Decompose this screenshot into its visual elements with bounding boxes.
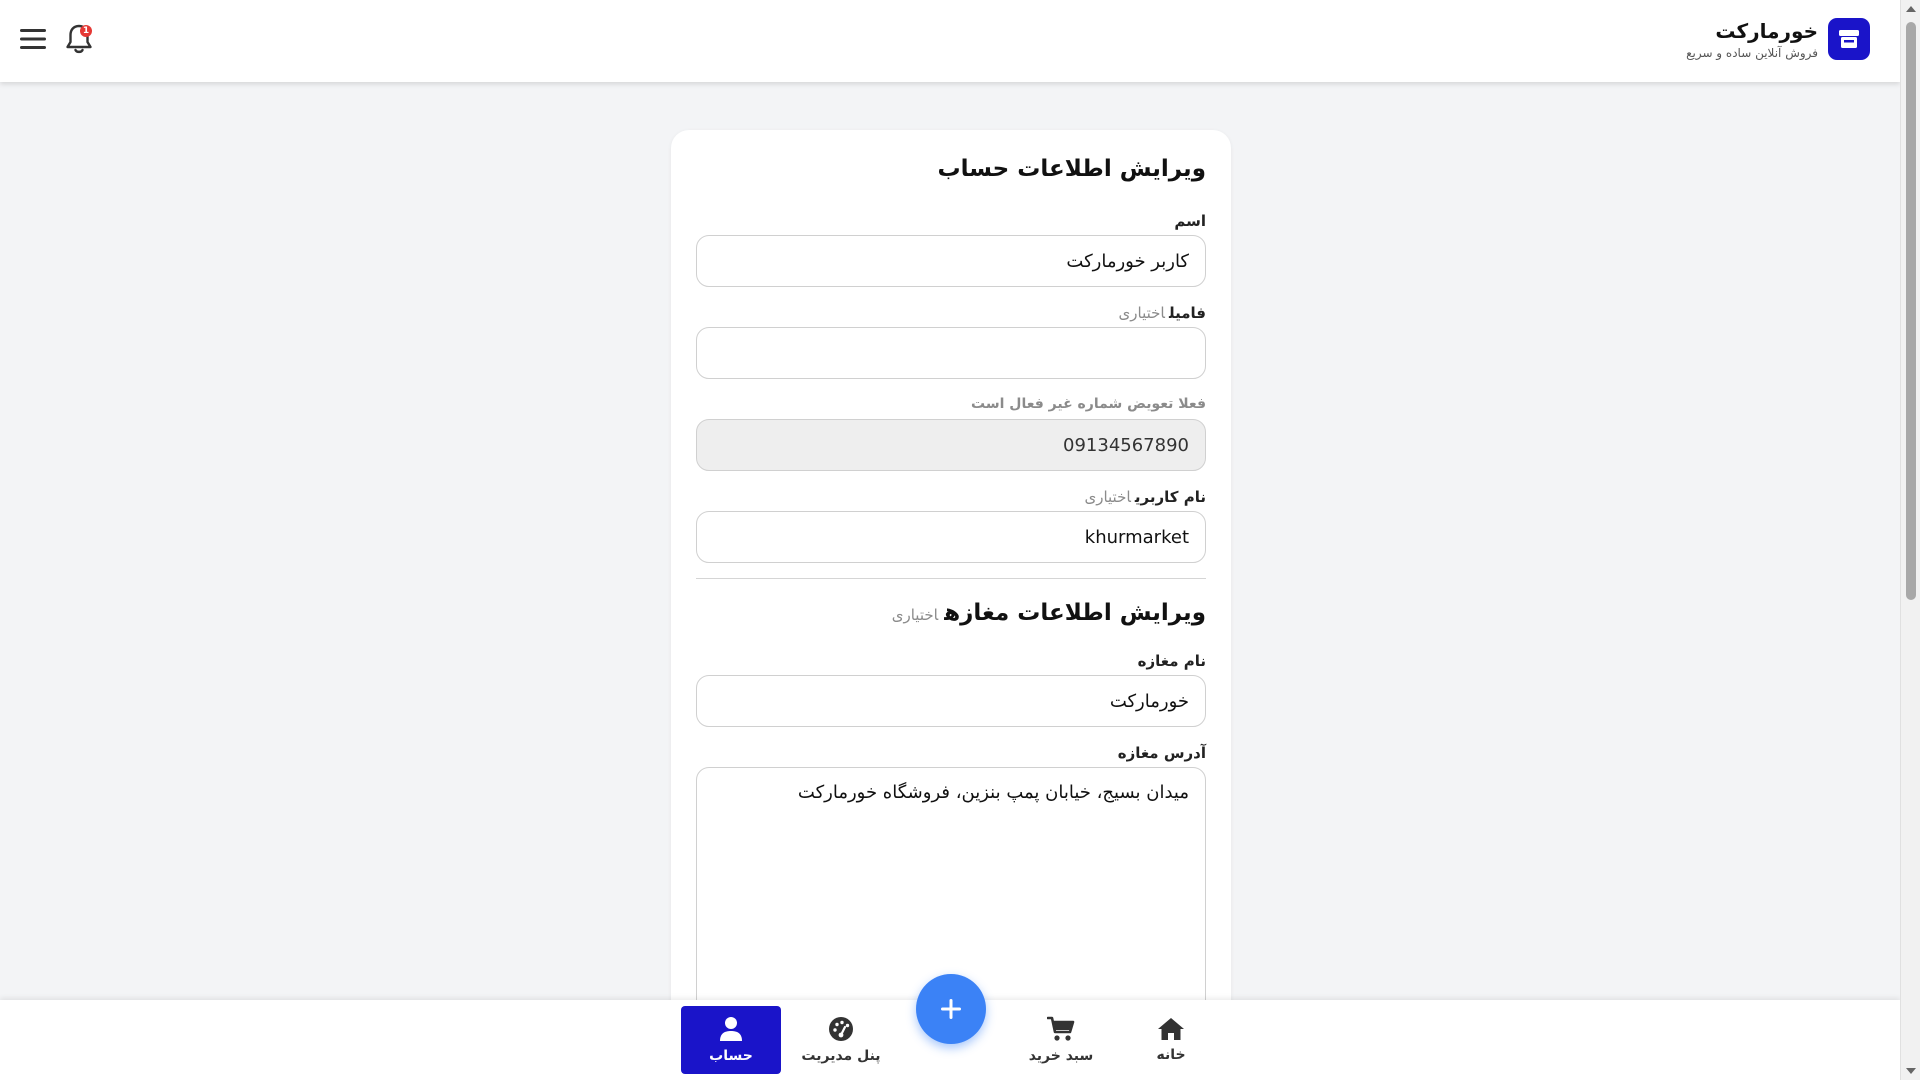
username-input[interactable] [696,511,1206,563]
user-icon [720,1017,742,1041]
nav-dashboard-label: پنل مدیریت [801,1048,881,1064]
nav-home[interactable]: خانه [1121,1006,1221,1074]
store-icon [1828,18,1870,60]
first-name-input[interactable] [696,235,1206,287]
username-label: نام کاربریاختیاری [1084,488,1206,506]
hamburger-menu-icon[interactable] [18,24,48,54]
nav-cart[interactable]: سبد خرید [1011,1006,1111,1074]
first-name-label: اسم [1174,212,1206,230]
nav-home-label: خانه [1156,1047,1186,1063]
notification-badge: 1 [80,25,92,37]
bottom-navigation: خانه سبد خرید پنل مدیریت حساب [0,974,1900,1080]
shop-name-input[interactable] [696,675,1206,727]
scroll-thumb[interactable] [1906,22,1916,600]
shop-section-title: ویرایش اطلاعات مغازهاختیاری [891,600,1206,626]
phone-disabled-note: فعلا تعویض شماره غیر فعال است [971,396,1206,412]
shop-address-label: آدرس مغازه [1117,744,1206,762]
optional-tag: اختیاری [1084,488,1131,506]
notification-bell-icon[interactable]: 1 [64,22,94,56]
scroll-up-arrow-icon[interactable] [1906,6,1916,12]
nav-dashboard[interactable]: پنل مدیریت [791,1006,891,1074]
page-scrollbar[interactable] [1900,0,1920,1080]
section-divider [696,578,1206,579]
last-name-input[interactable] [696,327,1206,379]
nav-cart-label: سبد خرید [1028,1048,1094,1064]
nav-account-label: حساب [709,1048,753,1064]
optional-tag: اختیاری [891,606,939,624]
dashboard-gauge-icon [829,1017,853,1041]
top-header: خورمارکت فروش آنلاین ساده و سریع 1 [0,0,1900,82]
brand-subtitle: فروش آنلاین ساده و سریع [1686,45,1818,60]
account-edit-card: ویرایش اطلاعات حساب اسم فامیلاختیاری فعل… [671,130,1231,1030]
brand-title: خورمارکت [1715,18,1818,43]
optional-tag: اختیاری [1118,304,1165,322]
last-name-label: فامیلاختیاری [1118,304,1206,322]
form-title: ویرایش اطلاعات حساب [937,156,1207,182]
cart-icon [1047,1016,1075,1041]
home-icon [1158,1018,1184,1040]
add-button[interactable] [916,974,986,1044]
scroll-down-arrow-icon[interactable] [1906,1068,1916,1074]
brand[interactable]: خورمارکت فروش آنلاین ساده و سریع [1686,18,1870,60]
shop-name-label: نام مغازه [1137,652,1206,670]
phone-input [696,419,1206,471]
nav-account[interactable]: حساب [681,1006,781,1074]
plus-icon [941,999,961,1019]
